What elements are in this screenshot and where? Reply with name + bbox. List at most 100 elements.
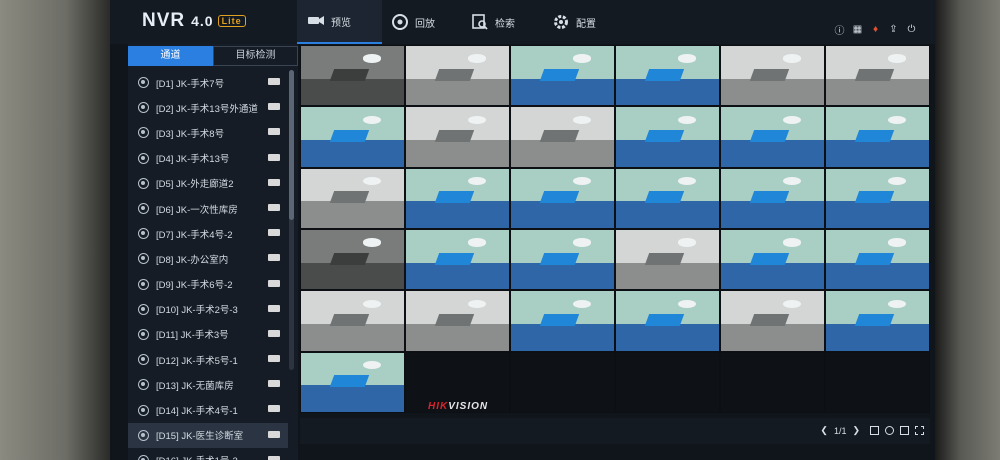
nav-config[interactable]: 配置 — [546, 0, 626, 44]
tile-floor — [616, 323, 719, 351]
video-tile[interactable] — [615, 229, 720, 291]
video-tile[interactable] — [405, 290, 510, 352]
video-tile[interactable] — [405, 45, 510, 107]
video-tile[interactable] — [825, 45, 930, 107]
video-tile[interactable] — [300, 229, 405, 291]
scrollbar-thumb[interactable] — [289, 70, 294, 220]
video-tile[interactable] — [510, 229, 615, 291]
channel-item[interactable]: [D9] JK-手术6号-2 — [128, 272, 288, 297]
channel-item[interactable]: [D15] JK-医生诊断室 — [128, 422, 288, 448]
video-tile[interactable] — [300, 45, 405, 107]
tile-table — [749, 191, 790, 204]
video-tile[interactable] — [720, 45, 825, 107]
channel-item[interactable]: [D6] JK-一次性库房 — [128, 196, 288, 221]
camera-icon — [138, 278, 149, 290]
video-tile[interactable] — [825, 229, 930, 291]
prev-page-icon[interactable]: ❮ — [820, 425, 828, 436]
channel-item[interactable]: [D12] JK-手术5号-1 — [128, 347, 288, 372]
tile-light — [362, 299, 382, 308]
channel-item[interactable]: [D10] JK-手术2号-3 — [128, 297, 288, 322]
nav-config-label: 配置 — [576, 18, 596, 30]
channel-item[interactable]: [D1] JK-手术7号 — [128, 70, 288, 95]
power-icon[interactable]: ⏻ — [906, 24, 917, 35]
qr-code-icon[interactable]: ▦ — [852, 24, 863, 35]
hd-badge-icon — [268, 279, 280, 287]
video-tile[interactable] — [300, 351, 405, 413]
video-tile[interactable] — [720, 290, 825, 352]
channel-label: [D7] JK-手术4号-2 — [156, 229, 233, 241]
tile-floor — [406, 323, 509, 351]
nav-playback[interactable]: 回放 — [385, 0, 465, 44]
video-tile[interactable] — [615, 106, 720, 168]
tile-floor — [616, 201, 719, 228]
video-tile[interactable] — [300, 290, 405, 352]
video-tile[interactable] — [405, 229, 510, 291]
video-tile[interactable] — [825, 290, 930, 352]
channel-item[interactable]: [D7] JK-手术4号-2 — [128, 221, 288, 246]
channel-label: [D14] JK-手术4号-1 — [156, 406, 238, 418]
view-tools — [870, 426, 924, 435]
tile-table — [644, 191, 685, 204]
video-tile[interactable] — [720, 229, 825, 291]
channel-item[interactable]: [D8] JK-办公室内 — [128, 246, 288, 271]
video-tile[interactable] — [720, 167, 825, 229]
tile-light — [887, 238, 907, 247]
tile-light — [677, 54, 697, 63]
channel-item[interactable]: [D4] JK-手术13号 — [128, 146, 288, 171]
tile-light — [572, 238, 592, 247]
playback-icon — [391, 13, 409, 31]
info-icon[interactable]: ⓘ — [834, 24, 845, 37]
hd-badge-icon — [268, 203, 280, 211]
channel-item[interactable]: [D14] JK-手术4号-1 — [128, 397, 288, 422]
video-tile[interactable] — [615, 45, 720, 107]
tile-light — [887, 115, 907, 124]
channel-scrollbar[interactable] — [289, 70, 294, 370]
empty-video-tile[interactable] — [825, 351, 930, 413]
video-tile[interactable] — [615, 290, 720, 352]
refresh-icon[interactable] — [885, 426, 894, 435]
video-tile[interactable] — [825, 106, 930, 168]
video-tile[interactable] — [825, 167, 930, 229]
hd-badge-icon — [268, 380, 280, 388]
product-name: NVR — [142, 10, 186, 31]
export-icon[interactable]: ⇪ — [888, 24, 899, 35]
tile-light — [887, 299, 907, 308]
tile-table — [329, 129, 370, 142]
channel-item[interactable]: [D11] JK-手术3号 — [128, 322, 288, 347]
nav-preview[interactable]: 预览 — [297, 0, 382, 44]
channel-item[interactable]: [D5] JK-外走廊道2 — [128, 171, 288, 196]
video-tile[interactable] — [510, 167, 615, 229]
alarm-icon[interactable]: ♦ — [870, 24, 881, 35]
screenshot-icon[interactable] — [900, 426, 909, 435]
video-tile[interactable] — [510, 290, 615, 352]
tab-channels[interactable]: 通道 — [128, 46, 213, 66]
camera-icon — [138, 354, 149, 366]
next-page-icon[interactable]: ❯ — [852, 425, 860, 436]
channel-item[interactable]: [D2] JK-手术13号外通道 — [128, 95, 288, 120]
video-tile[interactable] — [720, 106, 825, 168]
tile-floor — [301, 385, 404, 412]
video-tile[interactable] — [615, 167, 720, 229]
app-logo: NVR 4.0 Lite — [142, 10, 246, 32]
tab-target-detection[interactable]: 目标检测 — [213, 46, 298, 66]
nav-search[interactable]: 检索 — [465, 0, 545, 44]
video-tile[interactable] — [300, 106, 405, 168]
fullscreen-icon[interactable] — [915, 426, 924, 435]
channel-item[interactable]: [D16] JK-手术1号-2 — [128, 448, 288, 460]
tile-floor — [721, 262, 824, 290]
video-tile[interactable] — [510, 45, 615, 107]
nvr-screen: NVR 4.0 Lite 预览 回放 检索 配置 ⓘ ▦ ♦ ⇪ ⏻ 通道 目标… — [110, 0, 935, 460]
video-tile[interactable] — [510, 106, 615, 168]
channel-item[interactable]: [D3] JK-手术8号 — [128, 120, 288, 145]
video-tile[interactable] — [405, 106, 510, 168]
video-tile[interactable] — [405, 167, 510, 229]
channel-item[interactable]: [D13] JK-无菌库房 — [128, 372, 288, 397]
hd-badge-icon — [268, 405, 280, 413]
empty-video-tile[interactable] — [615, 351, 720, 413]
layout-icon[interactable] — [870, 426, 879, 435]
empty-video-tile[interactable] — [720, 351, 825, 413]
video-tile[interactable] — [300, 167, 405, 229]
hd-badge-icon — [268, 329, 280, 337]
tile-light — [887, 54, 907, 63]
channel-label: [D8] JK-办公室内 — [156, 254, 229, 266]
